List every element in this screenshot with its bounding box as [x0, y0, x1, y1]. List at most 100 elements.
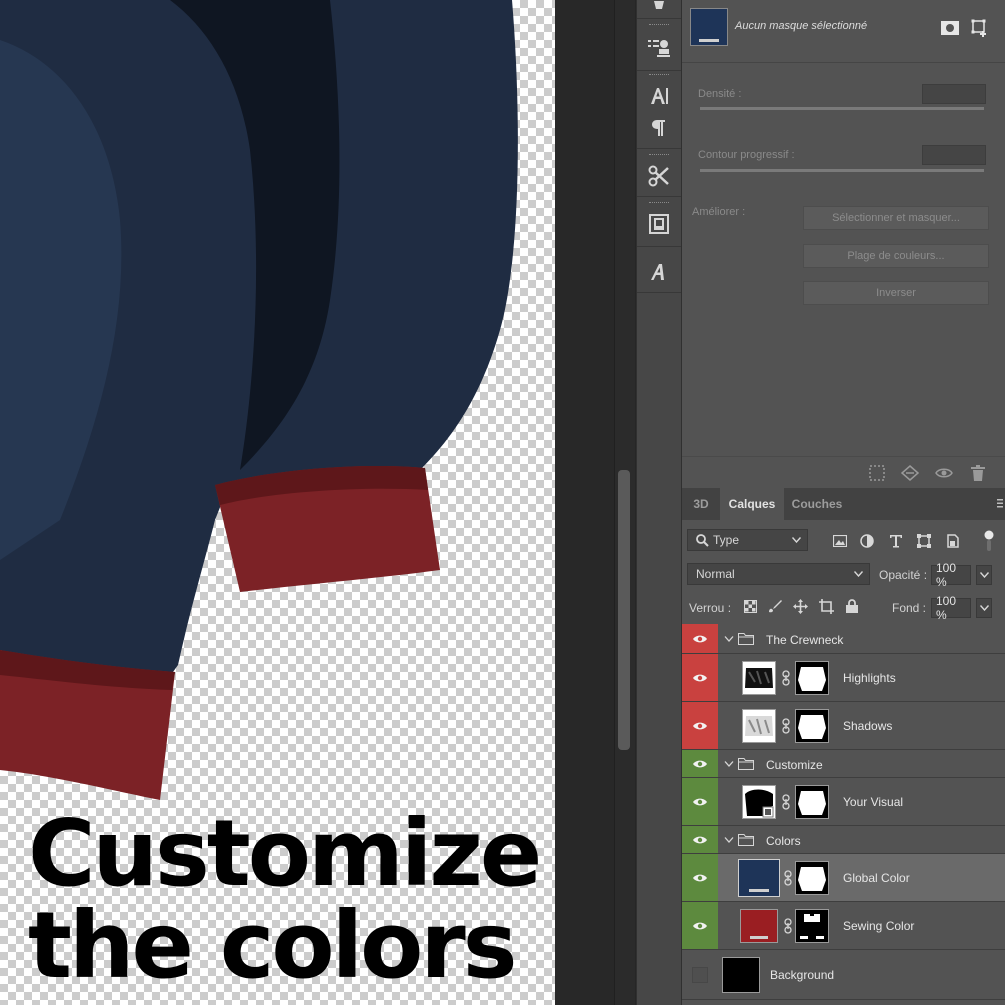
layer-name: Your Visual: [843, 795, 904, 809]
delete-mask-icon[interactable]: [969, 465, 987, 481]
fill-color-swatch[interactable]: [738, 859, 780, 897]
layer-row-highlights[interactable]: Highlights: [682, 654, 1005, 702]
feather-label: Contour progressif :: [698, 149, 795, 161]
select-and-mask-button[interactable]: Sélectionner et masquer...: [803, 206, 989, 230]
visibility-eye-icon[interactable]: [682, 854, 718, 901]
filter-toggle[interactable]: [984, 530, 994, 551]
chevron-down-icon[interactable]: [724, 835, 734, 845]
pixel-mask-icon[interactable]: [940, 18, 960, 38]
visibility-eye-icon[interactable]: [682, 750, 718, 777]
layer-row-your-visual[interactable]: Your Visual: [682, 778, 1005, 826]
layer-mask-thumbnail[interactable]: [795, 785, 829, 819]
layer-thumbnail: [690, 8, 728, 46]
layer-name: Global Color: [843, 871, 910, 885]
canvas-caption: Customize the colors: [28, 808, 542, 992]
lock-position-icon[interactable]: [792, 598, 808, 614]
folder-icon: [738, 758, 754, 770]
panel-menu-icon[interactable]: [997, 497, 1003, 509]
type-filter-icon[interactable]: [887, 532, 905, 550]
layer-row-shadows[interactable]: Shadows: [682, 702, 1005, 750]
density-field[interactable]: [922, 84, 986, 104]
layer-row-customize[interactable]: Customize: [682, 750, 1005, 778]
layer-name: Background: [770, 968, 835, 982]
visibility-eye-icon[interactable]: [682, 826, 718, 853]
layer-mask-thumbnail[interactable]: [795, 909, 829, 943]
visibility-eye-icon[interactable]: [682, 702, 718, 749]
tab-couches[interactable]: Couches: [784, 488, 850, 520]
layer-row-background[interactable]: Background: [682, 950, 1005, 1000]
link-icon[interactable]: [782, 718, 790, 734]
lock-transparent-icon[interactable]: [742, 598, 758, 614]
blend-mode-value: Normal: [696, 567, 735, 581]
fill-color-swatch[interactable]: [740, 909, 778, 943]
layer-row-colors[interactable]: Colors: [682, 826, 1005, 854]
smart-object-filter-icon[interactable]: [944, 532, 962, 550]
paragraph-icon[interactable]: [643, 112, 675, 144]
shape-filter-icon[interactable]: [915, 532, 933, 550]
lock-all-icon[interactable]: [844, 598, 860, 614]
visibility-eye-icon[interactable]: [682, 778, 718, 825]
visibility-eye-icon[interactable]: [682, 654, 718, 701]
character-icon[interactable]: [643, 80, 675, 112]
adjustment-filter-icon[interactable]: [858, 532, 876, 550]
link-icon[interactable]: [784, 870, 792, 886]
visibility-eye-icon[interactable]: [682, 624, 718, 653]
layer-name: Colors: [766, 834, 801, 848]
layer-thumbnail: [722, 957, 760, 993]
history-icon[interactable]: [643, 0, 675, 14]
tab-3d[interactable]: 3D: [682, 488, 720, 520]
layer-mask-thumbnail[interactable]: [795, 861, 829, 895]
layer-thumbnail: [742, 709, 776, 743]
properties-header: Aucun masque sélectionné: [682, 0, 1005, 63]
fill-dropdown[interactable]: [976, 598, 992, 618]
opacity-dropdown[interactable]: [976, 565, 992, 585]
glyphs-icon[interactable]: [643, 256, 675, 288]
properties-footer: [682, 456, 1005, 489]
lock-pixels-icon[interactable]: [767, 598, 783, 614]
link-icon[interactable]: [782, 670, 790, 686]
layer-mask-thumbnail[interactable]: [795, 661, 829, 695]
apply-mask-icon[interactable]: [901, 465, 919, 481]
layer-name: Sewing Color: [843, 919, 915, 933]
layer-row-sewing-color[interactable]: Sewing Color: [682, 902, 1005, 950]
document-canvas[interactable]: Customize the colors: [0, 0, 555, 1005]
color-range-button[interactable]: Plage de couleurs...: [803, 244, 989, 268]
density-slider[interactable]: [700, 107, 984, 110]
layer-name: The Crewneck: [766, 633, 844, 647]
feather-field[interactable]: [922, 145, 986, 165]
opacity-field[interactable]: 100 %: [931, 561, 971, 589]
tab-calques[interactable]: Calques: [720, 488, 784, 520]
load-selection-icon[interactable]: [868, 465, 886, 481]
blend-mode-select[interactable]: Normal: [687, 563, 870, 585]
folder-icon: [738, 633, 754, 645]
invert-button[interactable]: Inverser: [803, 281, 989, 305]
layer-row-the-crewneck[interactable]: The Crewneck: [682, 624, 1005, 654]
visibility-eye-icon[interactable]: [682, 902, 718, 949]
clone-source-icon[interactable]: [643, 32, 675, 64]
visibility-eye-icon[interactable]: [935, 465, 953, 481]
layers-panel: 3D Calques Couches Type Normal Opacité :…: [682, 488, 1005, 1005]
chevron-down-icon: [854, 571, 863, 577]
chevron-down-icon[interactable]: [724, 634, 734, 644]
layer-mask-thumbnail[interactable]: [795, 709, 829, 743]
chevron-down-icon: [979, 605, 989, 611]
layer-name: Customize: [766, 758, 823, 772]
properties-panel: Aucun masque sélectionné Densité : Conto…: [682, 0, 1005, 488]
lock-artboard-icon[interactable]: [818, 598, 834, 614]
scrollbar-thumb[interactable]: [618, 470, 630, 750]
layer-list: The Crewneck Highlights Shadows Customiz…: [682, 624, 1005, 1005]
chevron-down-icon[interactable]: [724, 759, 734, 769]
link-icon[interactable]: [784, 918, 792, 934]
pixel-filter-icon[interactable]: [831, 532, 849, 550]
link-icon[interactable]: [782, 794, 790, 810]
brush-settings-icon[interactable]: [643, 208, 675, 240]
layer-row-global-color[interactable]: Global Color: [682, 854, 1005, 902]
fill-field[interactable]: 100 %: [931, 594, 971, 622]
visibility-toggle-empty[interactable]: [692, 967, 708, 983]
refine-label: Améliorer :: [692, 206, 746, 218]
feather-slider[interactable]: [700, 169, 984, 172]
filter-value: Type: [713, 533, 740, 547]
vector-mask-icon[interactable]: [970, 18, 990, 38]
layer-filter-select[interactable]: Type: [687, 529, 808, 551]
tool-presets-icon[interactable]: [643, 160, 675, 192]
